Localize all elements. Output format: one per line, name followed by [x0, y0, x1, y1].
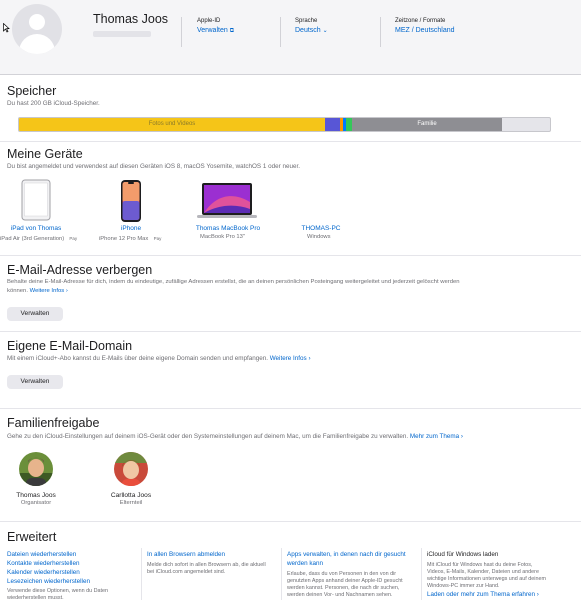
storage-bar[interactable]: Fotos und Videos Familie — [18, 117, 551, 132]
email-redacted — [93, 31, 151, 37]
windows-title: iCloud für Windows laden — [427, 551, 499, 558]
windows-text-2: Videos, E-Mails, Kalender, Dateien und a… — [427, 569, 539, 575]
hide-email-manage-button[interactable]: Verwalten — [7, 307, 63, 321]
storage-segment-label: Familie — [417, 121, 437, 127]
device-model-text: iPad Air (3rd Generation) — [0, 236, 65, 242]
storage-segment-family: Familie — [352, 118, 502, 131]
language-value: Deutsch — [295, 27, 321, 34]
apple-pay-label: Pay — [69, 236, 78, 241]
windows-text-1: Mit iCloud für Windows hast du deine Fot… — [427, 562, 533, 568]
restore-note-1: Verwende diese Optionen, wenn du Daten — [7, 588, 108, 594]
family-text: Gehe zu den iCloud-Einstellungen auf dei… — [7, 433, 463, 440]
device-model-ipad: iPad Air (3rd Generation) Pay — [0, 236, 77, 242]
storage-segment-photos: Fotos und Videos — [19, 118, 325, 131]
restore-contacts-link[interactable]: Kontakte wiederherstellen — [7, 560, 79, 567]
storage-subtitle: Du hast 200 GB iCloud-Speicher. — [7, 100, 100, 107]
member-name-thomas: Thomas Joos — [16, 492, 56, 499]
advanced-title: Erweitert — [7, 530, 57, 544]
timezone-label: Zeitzone / Formate — [395, 18, 446, 24]
signout-text-2: bei iCloud.com angemeldet sind. — [147, 569, 226, 575]
storage-segment-purple — [325, 118, 340, 131]
member-name-carllotta: Carllotta Joos — [110, 492, 152, 499]
device-model-macbook: MacBook Pro 13" — [200, 234, 245, 240]
apple-pay-label: Pay — [153, 236, 162, 241]
avatar[interactable] — [12, 4, 62, 54]
storage-segment-label: Fotos und Videos — [148, 121, 196, 127]
chevron-down-icon: ⌄ — [322, 28, 328, 34]
apps-text-4: werden deinen Vor- und Nachnamen sehen. — [287, 592, 393, 598]
section-divider — [0, 141, 581, 142]
section-divider — [0, 331, 581, 332]
windows-text-3: wichtige Informationen unterwegs und auf… — [427, 576, 546, 582]
macbook-icon[interactable] — [196, 182, 258, 220]
apple-id-label: Apple-ID — [197, 18, 221, 24]
family-description: Gehe zu den iCloud-Einstellungen auf dei… — [7, 433, 409, 440]
family-more-link[interactable]: Mehr zum Thema › — [410, 433, 463, 440]
language-select[interactable]: Deutsch ⌄ — [295, 27, 328, 34]
section-divider — [0, 255, 581, 256]
hide-email-text: Behalte deine E-Mail-Adresse für dich, i… — [7, 279, 460, 285]
column-separator — [141, 548, 142, 600]
iphone-icon[interactable] — [120, 179, 142, 223]
timezone-link[interactable]: MEZ / Deutschland — [395, 27, 455, 34]
device-name-ipad[interactable]: iPad von Thomas — [0, 225, 72, 232]
custom-domain-more-link[interactable]: Weitere Infos › — [270, 355, 311, 362]
restore-bookmarks-link[interactable]: Lesezeichen wiederherstellen — [7, 578, 90, 585]
hide-email-text-end: können. — [7, 288, 28, 294]
devices-title: Meine Geräte — [7, 147, 83, 161]
restore-note-2: wiederherstellen musst. — [7, 595, 64, 601]
external-link-icon: ⧉ — [229, 28, 234, 34]
avatar-head-shape — [29, 14, 45, 30]
hide-email-text-cont: können. Weitere Infos › — [7, 288, 68, 294]
section-divider — [0, 408, 581, 409]
member-role-carllotta: Elternteil — [119, 500, 143, 506]
header-separator — [380, 17, 381, 47]
apps-text-2: genutzten Apps anhand deiner Apple-ID ge… — [287, 578, 403, 584]
signout-text-1: Melde dich sofort in allen Browsern ab, … — [147, 562, 266, 568]
device-name-pc[interactable]: THOMAS-PC — [291, 225, 351, 232]
mouse-cursor-icon — [3, 23, 10, 33]
manage-apps-link-1[interactable]: Apps verwalten, in denen nach dir gesuch… — [287, 551, 406, 558]
column-separator — [421, 548, 422, 600]
apps-text-1: Erlaube, dass du von Personen in den von… — [287, 571, 397, 577]
account-header: Thomas Joos Apple-ID Verwalten ⧉ Sprache… — [0, 0, 581, 75]
device-model-text: iPhone 12 Pro Max — [99, 236, 149, 242]
section-divider — [0, 521, 581, 522]
devices-subtitle: Du bist angemeldet und verwendest auf di… — [7, 163, 300, 170]
column-separator — [281, 548, 282, 600]
hide-email-more-link[interactable]: Weitere Infos › — [30, 288, 68, 294]
header-separator — [181, 17, 182, 47]
avatar-body-shape — [19, 34, 55, 54]
windows-download-link[interactable]: Laden oder mehr zum Thema erfahren › — [427, 591, 539, 598]
device-model-iphone: iPhone 12 Pro Max Pay — [99, 236, 161, 242]
storage-title: Speicher — [7, 84, 57, 98]
header-separator — [280, 17, 281, 47]
apple-id-manage-link[interactable]: Verwalten ⧉ — [197, 27, 234, 35]
device-name-macbook[interactable]: Thomas MacBook Pro — [188, 225, 268, 232]
device-name-iphone[interactable]: iPhone — [96, 225, 166, 232]
ipad-icon[interactable] — [21, 179, 51, 221]
member-avatar-thomas[interactable] — [18, 451, 54, 487]
hide-email-title: E-Mail-Adresse verbergen — [7, 263, 153, 277]
member-role-thomas: Organisator — [20, 500, 52, 506]
custom-domain-manage-button[interactable]: Verwalten — [7, 375, 63, 389]
manage-apps-link-2[interactable]: werden kann — [287, 560, 323, 567]
device-model-pc: Windows — [307, 234, 331, 240]
custom-domain-text: Mit einem iCloud+-Abo kannst du E-Mails … — [7, 355, 311, 362]
family-title: Familienfreigabe — [7, 416, 100, 430]
custom-domain-title: Eigene E-Mail-Domain — [7, 339, 133, 353]
apps-text-3: werden kannst. Personen, die nach dir su… — [287, 585, 400, 591]
apple-id-manage-label: Verwalten — [197, 27, 228, 34]
account-name: Thomas Joos — [93, 12, 169, 26]
windows-text-4: Windows-PC immer zur Hand. — [427, 583, 500, 589]
restore-calendar-link[interactable]: Kalender wiederherstellen — [7, 569, 80, 576]
signout-all-link[interactable]: In allen Browsern abmelden — [147, 551, 225, 558]
restore-files-link[interactable]: Dateien wiederherstellen — [7, 551, 76, 558]
custom-domain-description: Mit einem iCloud+-Abo kannst du E-Mails … — [7, 355, 268, 362]
language-label: Sprache — [295, 18, 318, 24]
member-avatar-carllotta[interactable] — [113, 451, 149, 487]
